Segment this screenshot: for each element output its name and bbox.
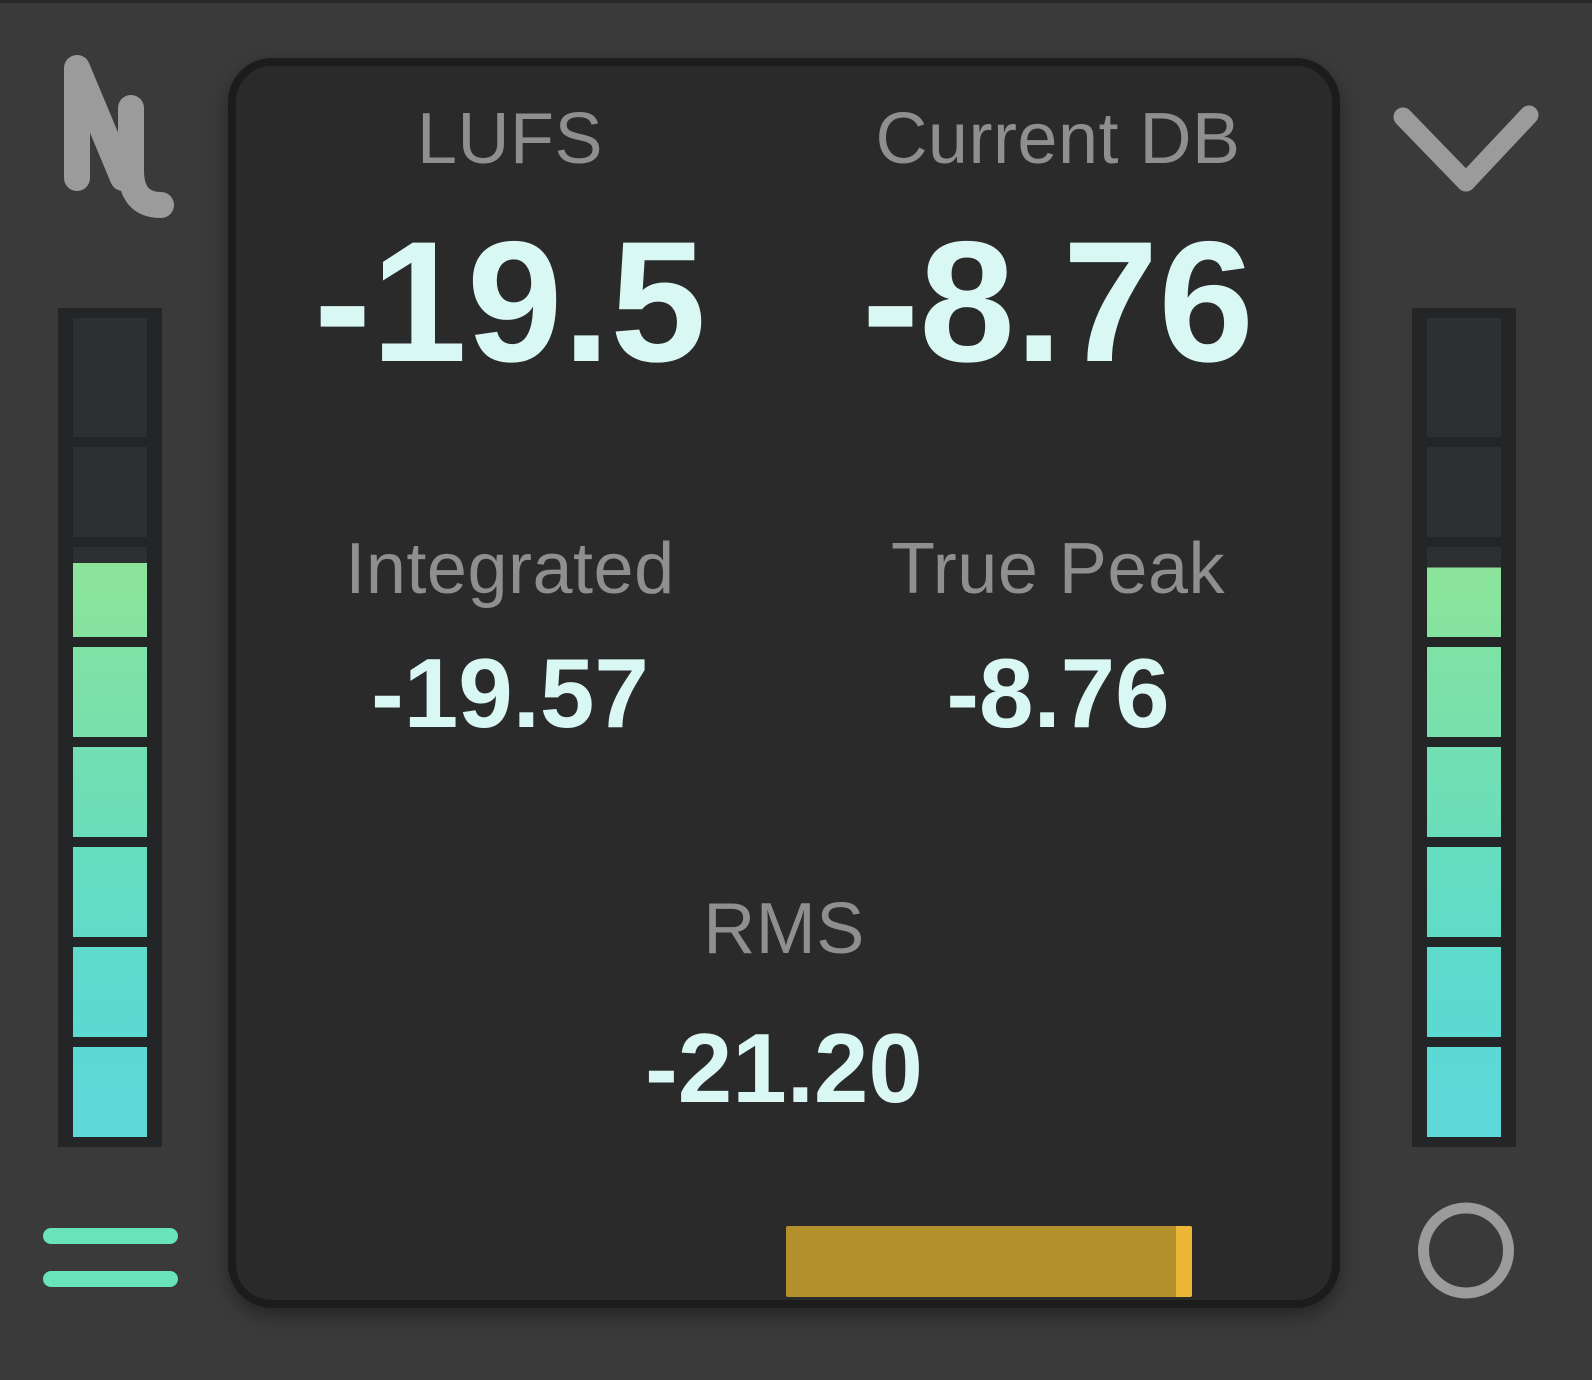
lufs-label: LUFS <box>236 103 784 175</box>
rms-value: -21.20 <box>236 1019 1332 1117</box>
meter-segment <box>73 747 147 837</box>
level-meter-right <box>1412 308 1516 1147</box>
meter-segment <box>73 847 147 937</box>
current-db-label: Current DB <box>784 103 1332 175</box>
meter-segment <box>1427 1047 1501 1137</box>
progress-bar <box>786 1226 1192 1297</box>
equals-bar-top <box>43 1228 178 1244</box>
meter-segment <box>1427 947 1501 1037</box>
meter-segment <box>1427 847 1501 937</box>
meter-segment <box>73 1047 147 1137</box>
meter-segment <box>73 318 147 437</box>
true-peak-value: -8.76 <box>784 644 1332 742</box>
chevron-down-icon[interactable] <box>1392 103 1540 195</box>
meter-segment <box>1427 547 1501 637</box>
meter-segment <box>1427 447 1501 537</box>
reset-circle-button[interactable] <box>1418 1202 1514 1299</box>
meter-segment <box>73 547 147 637</box>
integrated-value: -19.57 <box>236 644 784 742</box>
meter-segment <box>73 447 147 537</box>
nl-logo-icon <box>52 52 180 224</box>
menu-equals-icon[interactable] <box>43 1228 178 1287</box>
lufs-meter-device: LUFS Current DB -19.5 -8.76 Integrated T… <box>0 0 1592 1380</box>
progress-bar-tip <box>1176 1226 1192 1297</box>
level-meter-left <box>58 308 162 1147</box>
meter-segment <box>73 947 147 1037</box>
meter-segment <box>1427 647 1501 737</box>
current-db-value: -8.76 <box>784 216 1332 388</box>
meter-segment <box>1427 318 1501 437</box>
integrated-label: Integrated <box>236 533 784 605</box>
meter-segment <box>73 647 147 737</box>
equals-bar-bottom <box>43 1271 178 1287</box>
display-panel: LUFS Current DB -19.5 -8.76 Integrated T… <box>228 58 1340 1308</box>
meter-segment <box>1427 747 1501 837</box>
true-peak-label: True Peak <box>784 533 1332 605</box>
rms-label: RMS <box>236 893 1332 965</box>
window-top-edge <box>0 0 1592 3</box>
lufs-value: -19.5 <box>236 216 784 388</box>
